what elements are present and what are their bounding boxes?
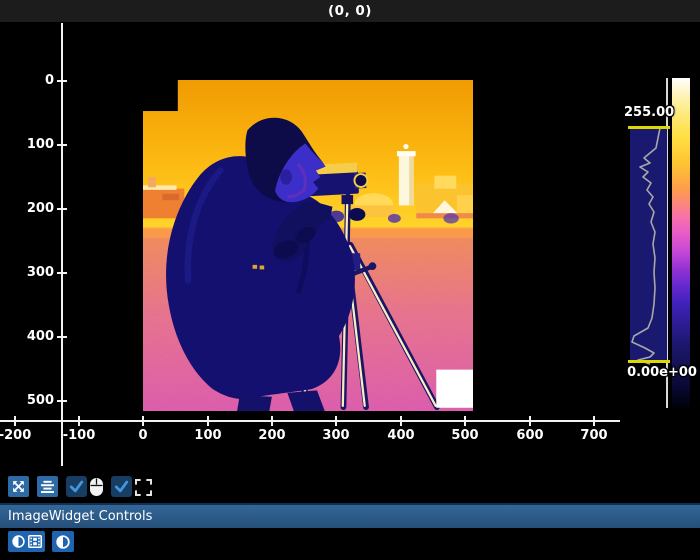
subplot-title-bar: (0, 0) — [0, 0, 700, 22]
x-tick-label: 100 — [194, 428, 221, 443]
lut-min-handle[interactable] — [628, 360, 670, 363]
x-tick-label: 700 — [580, 428, 607, 443]
zeroed-corner-notch — [143, 80, 178, 111]
center-lines-icon — [39, 478, 56, 495]
x-tick — [335, 416, 337, 426]
x-tick — [593, 416, 595, 426]
checkmark-icon — [113, 478, 130, 495]
x-tick — [271, 416, 273, 426]
x-tick — [14, 416, 16, 426]
maintain-aspect-checkbox[interactable] — [111, 476, 132, 497]
y-tick — [57, 208, 67, 210]
x-tick — [207, 416, 209, 426]
y-tick — [57, 400, 67, 402]
imagewidget-controls-label: ImageWidget Controls — [8, 509, 152, 524]
center-scene-button[interactable] — [37, 476, 58, 497]
y-tick-label: 0 — [12, 73, 54, 88]
x-tick-label: -200 — [0, 428, 31, 443]
y-tick-label: 400 — [12, 329, 54, 344]
reset-vminvmax-frame-button[interactable] — [8, 531, 45, 552]
imagewidget-window: (0, 0) -200 -100 0 100 200 300 400 500 6… — [0, 0, 700, 560]
x-axis-line — [0, 420, 620, 422]
y-tick-label: 500 — [12, 393, 54, 408]
lut-max-label: 255.00 — [624, 105, 672, 120]
x-tick — [529, 416, 531, 426]
x-tick-label: 400 — [387, 428, 414, 443]
saturated-white-square — [436, 370, 473, 408]
x-tick-label: 500 — [451, 428, 478, 443]
subplot-toolbar — [0, 476, 700, 498]
colorbar — [672, 78, 690, 408]
half-circle-icon — [56, 535, 70, 549]
checkmark-icon — [68, 478, 85, 495]
histogram-curve — [626, 124, 672, 366]
x-tick — [142, 416, 144, 426]
expand-arrows-icon — [11, 479, 26, 494]
lut-min-label: 0.00e+00 — [626, 365, 698, 380]
fullscreen-button[interactable] — [134, 478, 152, 496]
fullscreen-brackets-icon — [135, 479, 152, 496]
autoscale-button[interactable] — [8, 476, 29, 497]
half-circle-icon — [12, 535, 25, 548]
x-tick-label: 600 — [516, 428, 543, 443]
x-tick — [78, 416, 80, 426]
y-tick — [57, 80, 67, 82]
image-cameraman-pseudocolor — [143, 80, 473, 411]
y-tick — [57, 144, 67, 146]
filmstrip-icon — [28, 535, 42, 548]
x-tick — [464, 416, 466, 426]
x-tick-label: 200 — [258, 428, 285, 443]
subplot-title: (0, 0) — [328, 3, 372, 19]
lut-max-handle[interactable] — [628, 126, 670, 129]
y-tick — [57, 272, 67, 274]
x-tick-label: 300 — [322, 428, 349, 443]
reset-vminvmax-button[interactable] — [52, 531, 74, 552]
y-tick-label: 100 — [12, 137, 54, 152]
y-tick-label: 300 — [12, 265, 54, 280]
mouse-icon — [88, 477, 105, 497]
x-tick-label: 0 — [138, 428, 147, 443]
panzoom-checkbox[interactable] — [66, 476, 87, 497]
y-tick — [57, 336, 67, 338]
x-tick-label: -100 — [63, 428, 96, 443]
y-tick-label: 200 — [12, 201, 54, 216]
x-tick — [400, 416, 402, 426]
imagewidget-controls-header[interactable]: ImageWidget Controls — [0, 503, 700, 528]
